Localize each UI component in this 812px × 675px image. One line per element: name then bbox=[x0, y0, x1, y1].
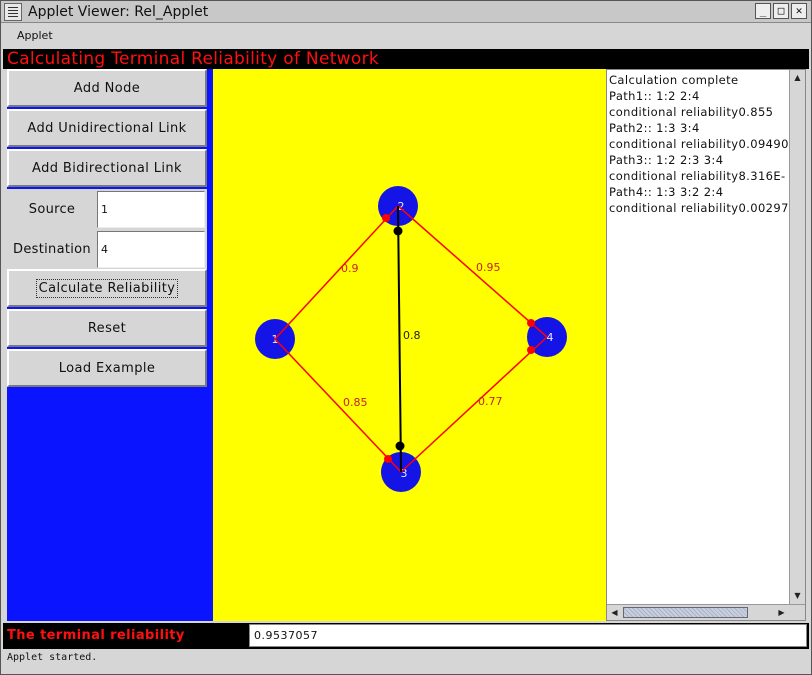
output-line: conditional reliability0.00297 bbox=[609, 201, 789, 215]
node-4-label: 4 bbox=[547, 331, 554, 344]
link-1-2[interactable] bbox=[274, 205, 399, 340]
close-button[interactable]: ✕ bbox=[791, 3, 807, 19]
output-line: conditional reliability0.09490 bbox=[609, 137, 789, 151]
minimize-button[interactable]: _ bbox=[755, 3, 771, 19]
control-panel: Add Node Add Unidirectional Link Add Bid… bbox=[7, 69, 213, 621]
source-input[interactable]: 1 bbox=[97, 191, 205, 228]
destination-input[interactable]: 4 bbox=[97, 231, 205, 268]
vertical-scrollbar[interactable]: ▲ ▼ bbox=[789, 70, 805, 604]
link-endpoint-marker bbox=[395, 441, 405, 451]
output-lines: Calculation complete Path1:: 1:2 2:4 con… bbox=[609, 72, 791, 602]
calculate-reliability-label: Calculate Reliability bbox=[35, 278, 179, 298]
add-unidirectional-link-button[interactable]: Add Unidirectional Link bbox=[7, 109, 207, 147]
output-text-area[interactable]: Calculation complete Path1:: 1:2 2:4 con… bbox=[606, 69, 806, 621]
source-row: Source 1 bbox=[7, 189, 207, 229]
window-menu-icon[interactable] bbox=[4, 2, 22, 21]
source-label: Source bbox=[28, 201, 76, 217]
window-title: Applet Viewer: Rel_Applet bbox=[28, 3, 209, 20]
link-endpoint-marker bbox=[382, 214, 390, 222]
reset-button[interactable]: Reset bbox=[7, 309, 207, 347]
destination-row: Destination 4 bbox=[7, 229, 207, 269]
add-unidirectional-link-label: Add Unidirectional Link bbox=[27, 120, 187, 136]
output-line: Path4:: 1:3 3:2 2:4 bbox=[609, 185, 724, 199]
output-line: Calculation complete bbox=[609, 73, 739, 87]
add-bidirectional-link-button[interactable]: Add Bidirectional Link bbox=[7, 149, 207, 187]
output-line: Path3:: 1:2 2:3 3:4 bbox=[609, 153, 724, 167]
link-endpoint-marker bbox=[527, 319, 535, 327]
applet-viewer-window: Applet Viewer: Rel_Applet _ □ ✕ Applet C… bbox=[0, 0, 812, 675]
horizontal-scrollbar[interactable]: ◀ ▶ bbox=[607, 604, 805, 620]
link-endpoint-marker bbox=[384, 455, 392, 463]
load-example-button[interactable]: Load Example bbox=[7, 349, 207, 387]
link-3-4[interactable] bbox=[400, 336, 548, 473]
menu-applet[interactable]: Applet bbox=[17, 29, 53, 42]
status-bar: Applet started. bbox=[3, 649, 809, 673]
destination-label: Destination bbox=[13, 241, 91, 257]
link-2-3[interactable] bbox=[397, 205, 402, 473]
output-line: Path2:: 1:3 3:4 bbox=[609, 121, 700, 135]
link-endpoint-marker bbox=[393, 226, 403, 236]
link-1-2-label: 0.9 bbox=[341, 262, 359, 275]
result-label: The terminal reliability bbox=[7, 628, 185, 643]
status-text: Applet started. bbox=[7, 652, 98, 663]
output-line: conditional reliability0.855 bbox=[609, 105, 774, 119]
title-bar[interactable]: Applet Viewer: Rel_Applet _ □ ✕ bbox=[1, 1, 811, 23]
scroll-left-arrow-icon[interactable]: ◀ bbox=[608, 606, 621, 620]
link-endpoint-marker bbox=[527, 346, 535, 354]
add-node-label: Add Node bbox=[73, 80, 141, 96]
banner: Calculating Terminal Reliability of Netw… bbox=[3, 49, 809, 69]
horizontal-scroll-thumb[interactable] bbox=[623, 607, 748, 618]
reset-label: Reset bbox=[87, 320, 127, 336]
scroll-down-arrow-icon[interactable]: ▼ bbox=[791, 589, 804, 603]
window-controls: _ □ ✕ bbox=[755, 3, 807, 19]
output-line: conditional reliability8.316E- bbox=[609, 169, 786, 183]
add-bidirectional-link-label: Add Bidirectional Link bbox=[32, 160, 182, 176]
link-3-4-label: 0.77 bbox=[478, 395, 503, 408]
add-node-button[interactable]: Add Node bbox=[7, 69, 207, 107]
result-bar: The terminal reliability 0.9537057 bbox=[3, 623, 809, 649]
banner-title: Calculating Terminal Reliability of Netw… bbox=[7, 49, 380, 69]
result-value-field[interactable]: 0.9537057 bbox=[249, 624, 807, 647]
load-example-label: Load Example bbox=[58, 360, 156, 376]
network-graph[interactable]: 1 2 3 4 0.9 0.95 0.8 0.85 0.77 bbox=[213, 69, 606, 621]
output-line: Path1:: 1:2 2:4 bbox=[609, 89, 700, 103]
maximize-button[interactable]: □ bbox=[773, 3, 789, 19]
scroll-up-arrow-icon[interactable]: ▲ bbox=[791, 71, 804, 85]
link-2-4-label: 0.95 bbox=[476, 261, 501, 274]
link-2-4[interactable] bbox=[397, 205, 548, 338]
network-canvas[interactable]: 1 2 3 4 0.9 0.95 0.8 0.85 0.77 bbox=[213, 69, 606, 621]
calculate-reliability-button[interactable]: Calculate Reliability bbox=[7, 269, 207, 307]
link-1-3[interactable] bbox=[274, 338, 402, 473]
link-2-3-label: 0.8 bbox=[403, 329, 421, 342]
link-1-3-label: 0.85 bbox=[343, 396, 368, 409]
menu-bar: Applet bbox=[1, 23, 811, 49]
scroll-right-arrow-icon[interactable]: ▶ bbox=[775, 606, 788, 620]
